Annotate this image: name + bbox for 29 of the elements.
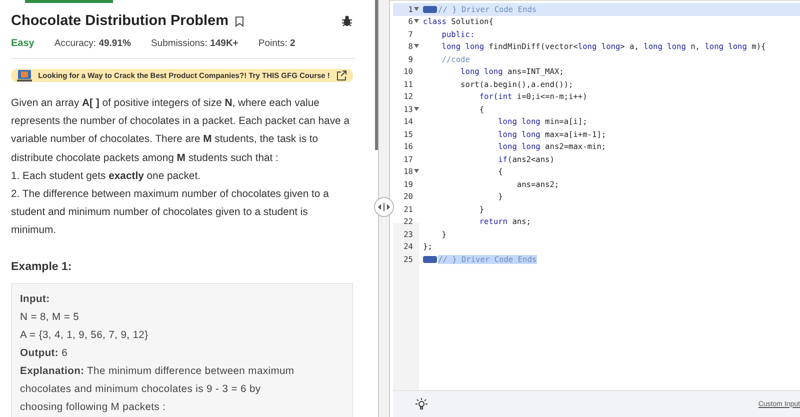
example-label: Input: xyxy=(20,294,50,305)
fold-arrow-icon[interactable] xyxy=(414,6,419,11)
bookmark-icon[interactable] xyxy=(234,16,244,26)
problem-title: Chocolate Distribution Problem xyxy=(11,13,229,29)
example-text: N = 8, M = 5 xyxy=(20,312,80,323)
resize-handle[interactable] xyxy=(374,197,394,217)
example-text: Explanation: The minimum difference between maximum chocolates and minimum chocolates is 9 - 3 = 6 by choosing following M packets : xyxy=(20,366,294,413)
fold-arrow-icon[interactable] xyxy=(414,106,419,111)
stat-text: Accuracy: 49.91% xyxy=(54,38,131,49)
stat-text: Submissions: 149K+ xyxy=(150,38,238,49)
lightbulb-icon[interactable] xyxy=(415,398,428,410)
laptop-icon xyxy=(17,69,32,82)
fold-widget[interactable] xyxy=(423,256,437,263)
example-heading: Example 1: xyxy=(11,260,73,273)
scrollbar-thumb[interactable] xyxy=(375,0,378,150)
stat-text: Points: 2 xyxy=(258,38,296,49)
fold-arrow-icon[interactable] xyxy=(414,169,419,174)
description-text: Given an array A[ ] of positive integers of size N, where each value represents the number of chocolates in a packet. Each packet can have a variable number of chocolates. There are M students, the task is to distribute chocolate packets among M students such that : xyxy=(11,98,350,164)
external-link-icon xyxy=(336,70,347,81)
example-text: Output: 6 xyxy=(20,348,68,359)
fold-arrow-icon[interactable] xyxy=(414,44,419,48)
example-text: A = {3, 4, 1, 9, 56, 7, 9, 12} xyxy=(20,330,148,341)
description-text: 2. The difference between maximum number of chocolates given to a student and minimum number of chocolates given to a student is minimum. xyxy=(11,189,329,236)
difficulty-label: Easy xyxy=(11,38,34,49)
description-text: 1. Each student gets exactly one packet. xyxy=(11,170,200,182)
fold-widget[interactable] xyxy=(423,6,437,13)
fold-arrow-icon[interactable] xyxy=(414,19,419,24)
resize-arrows-icon xyxy=(378,203,390,211)
bug-icon[interactable] xyxy=(341,15,353,27)
